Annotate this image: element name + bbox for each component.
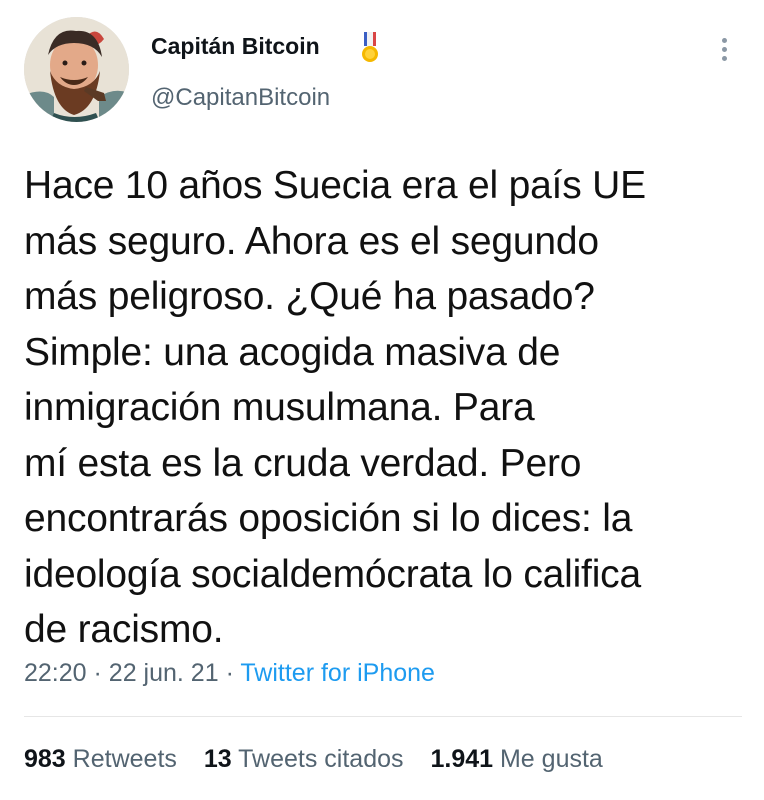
tweet-stats: 983 Retweets 13 Tweets citados 1.941 Me … [24, 745, 623, 774]
tweet-date[interactable]: 22 jun. 21 [109, 659, 219, 687]
divider [24, 716, 742, 717]
likes-stat[interactable]: 1.941 Me gusta [430, 745, 602, 773]
quotes-count: 13 [203, 745, 232, 773]
likes-count: 1.941 [430, 745, 494, 773]
avatar-illustration [24, 17, 129, 122]
tweet-text: Hace 10 años Suecia era el país UE más s… [24, 164, 646, 651]
meta-separator: · [225, 659, 241, 687]
author-display-name[interactable]: Capitán Bitcoin [151, 33, 320, 60]
quote-tweets-stat[interactable]: 13 Tweets citados [204, 745, 404, 773]
more-options-icon[interactable] [714, 35, 736, 65]
likes-label: Me gusta [499, 745, 603, 773]
quotes-label: Tweets citados [238, 745, 404, 773]
medal-icon [359, 32, 381, 64]
tweet-meta: 22:20 · 22 jun. 21 · Twitter for iPhone [24, 659, 435, 688]
retweets-stat[interactable]: 983 Retweets [24, 745, 177, 773]
retweets-label: Retweets [72, 745, 177, 773]
author-handle[interactable]: @CapitanBitcoin [151, 84, 330, 112]
retweets-count: 983 [24, 745, 66, 773]
tweet-source-link[interactable]: Twitter for iPhone [240, 659, 435, 687]
tweet-card: Capitán Bitcoin @CapitanBitcoin Hace 10 … [0, 0, 764, 800]
tweet-time[interactable]: 22:20 [24, 659, 87, 687]
meta-separator: · [93, 659, 109, 687]
avatar[interactable] [24, 17, 129, 122]
